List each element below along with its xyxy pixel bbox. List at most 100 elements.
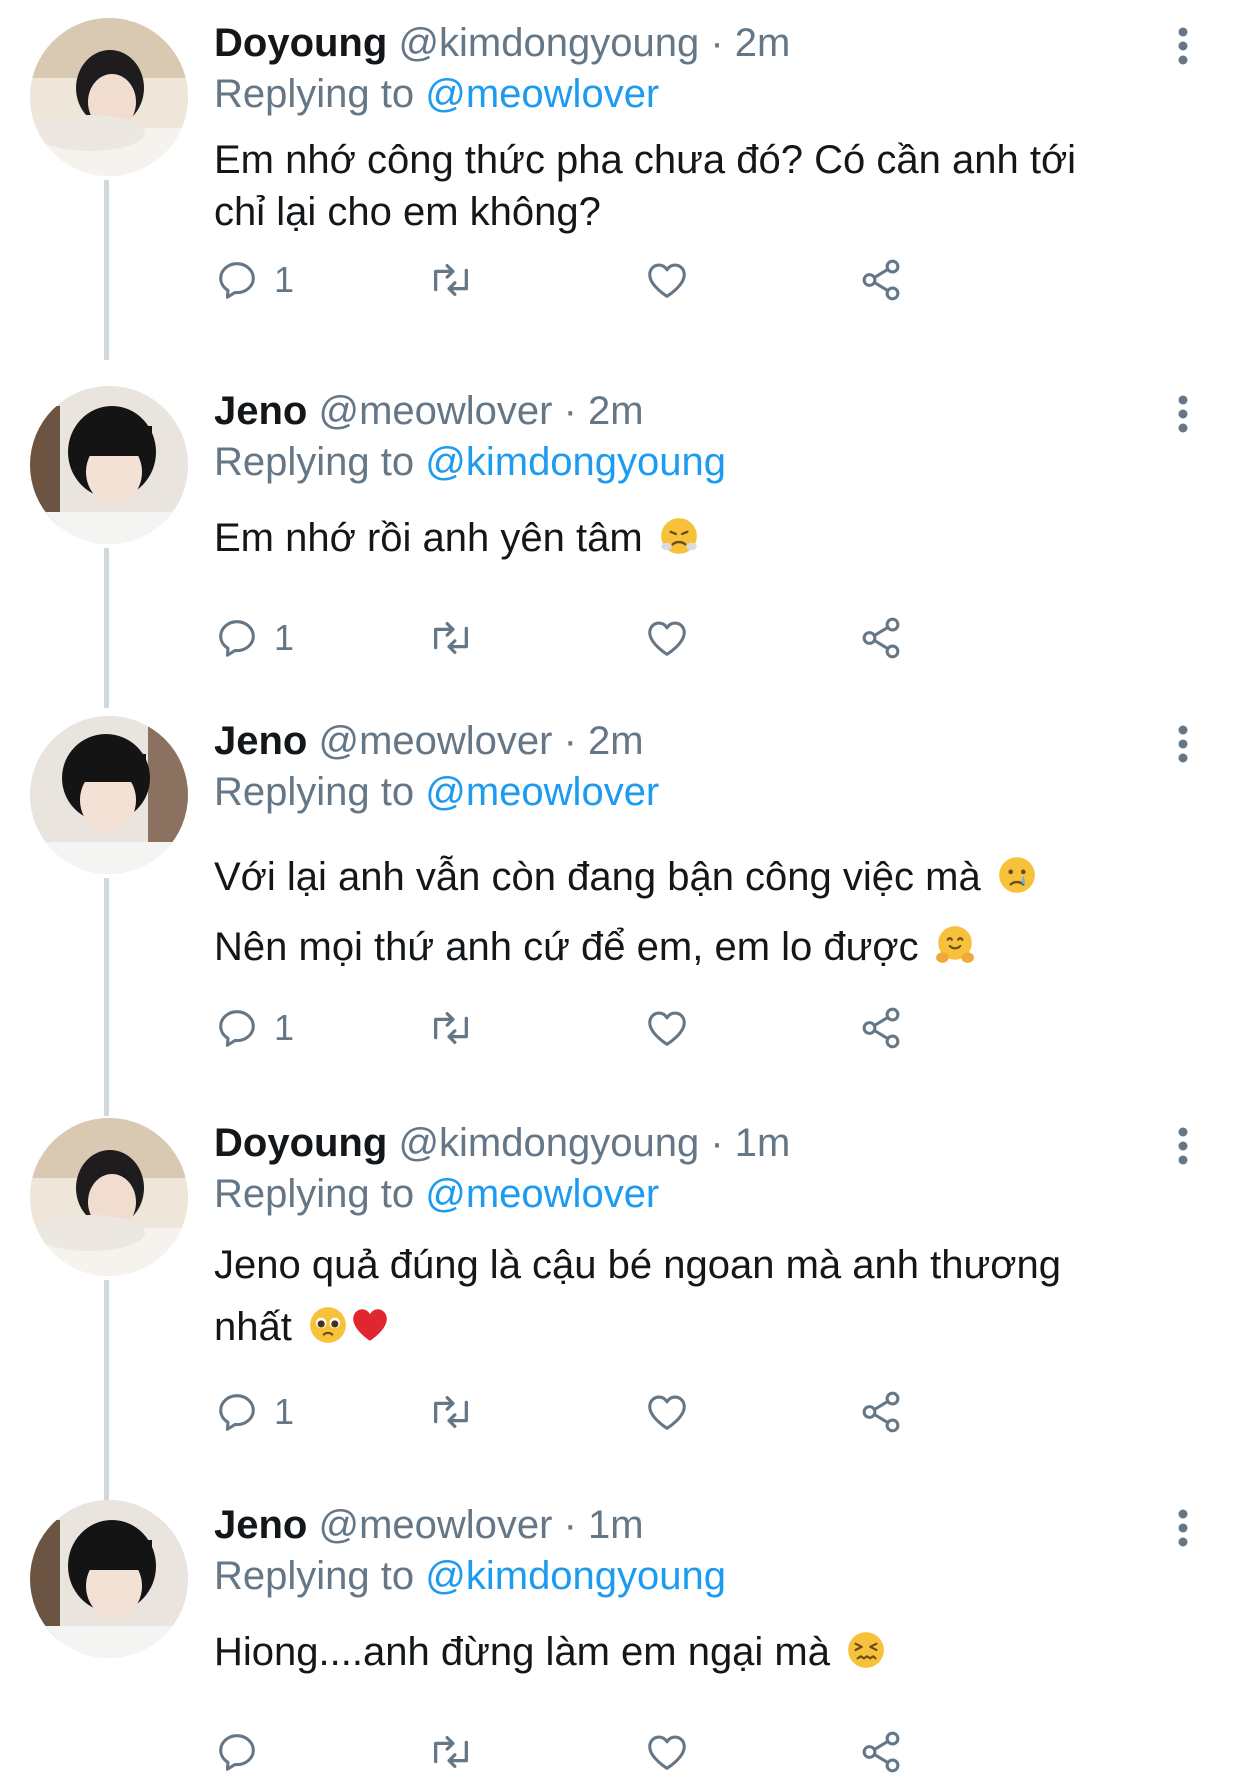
more-options-icon[interactable]	[1168, 1508, 1198, 1548]
share-button[interactable]	[858, 998, 904, 1058]
share-button[interactable]	[858, 250, 904, 310]
tweet-header: Jeno @meowlover · 2m	[214, 716, 1174, 766]
retweet-button[interactable]	[426, 250, 476, 310]
more-options-icon[interactable]	[1168, 724, 1198, 764]
replying-to-mention[interactable]: @kimdongyoung	[425, 440, 726, 484]
replying-to: Replying to @kimdongyoung	[214, 1550, 1174, 1602]
replying-to-label: Replying to	[214, 72, 415, 116]
more-options-icon[interactable]	[1168, 394, 1198, 434]
replying-to-label: Replying to	[214, 440, 415, 484]
more-options-icon[interactable]	[1168, 26, 1198, 66]
reply-count: 1	[274, 1391, 295, 1432]
heart-icon	[648, 621, 686, 656]
crying-face-icon	[998, 857, 1035, 893]
like-button[interactable]	[644, 250, 690, 310]
author-name[interactable]: Jeno	[214, 389, 307, 433]
tweet-text-line: chỉ lại cho em không?	[214, 190, 601, 234]
replying-to-label: Replying to	[214, 1554, 415, 1598]
tweet-actions: 1	[214, 1382, 1114, 1442]
author-name[interactable]: Doyoung	[214, 1121, 387, 1165]
avatar-jeno[interactable]	[30, 716, 188, 874]
reply-button[interactable]: 1	[214, 998, 294, 1058]
like-button[interactable]	[644, 998, 690, 1058]
author-handle[interactable]: @meowlover	[318, 1503, 552, 1547]
more-options-icon[interactable]	[1168, 1126, 1198, 1166]
retweet-button[interactable]	[426, 1382, 476, 1442]
tweet-actions: 1	[214, 250, 1114, 310]
tweet-text: Hiong....anh đừng làm em ngại mà	[214, 1626, 1174, 1678]
replying-to: Replying to @meowlover	[214, 1168, 1174, 1220]
reply-icon	[219, 1394, 255, 1431]
retweet-icon	[434, 621, 468, 655]
reply-icon	[219, 620, 255, 657]
tweet-text-line: Nên mọi thứ anh cứ để em, em lo được	[214, 925, 919, 969]
share-icon	[862, 617, 900, 659]
pleading-face-icon	[310, 1307, 346, 1343]
replying-to: Replying to @kimdongyoung	[214, 436, 1174, 488]
tweet-text: Jeno quả đúng là cậu bé ngoan mà anh thư…	[214, 1234, 1174, 1358]
tweet-content: Jeno @meowlover · 2m Replying to @meowlo…	[214, 716, 1174, 982]
timestamp[interactable]: · 2m	[564, 389, 644, 433]
reply-button[interactable]: 1	[214, 1382, 294, 1442]
replying-to-mention[interactable]: @meowlover	[425, 770, 659, 814]
thread-connector	[104, 878, 109, 1116]
timestamp[interactable]: · 2m	[710, 21, 790, 65]
heart-icon	[648, 1395, 686, 1430]
reply-count: 1	[274, 259, 295, 300]
replying-to-mention[interactable]: @kimdongyoung	[425, 1554, 726, 1598]
reply-icon	[219, 1010, 255, 1047]
timestamp[interactable]: · 1m	[564, 1503, 644, 1547]
retweet-button[interactable]	[426, 608, 476, 668]
confounded-face-icon	[848, 1632, 884, 1668]
author-handle[interactable]: @kimdongyoung	[398, 21, 699, 65]
tweet-text-line: Jeno quả đúng là cậu bé ngoan mà anh thư…	[214, 1243, 1061, 1287]
avatar-doyoung[interactable]	[30, 18, 188, 176]
avatar-doyoung[interactable]	[30, 1118, 188, 1276]
tweet-content: Doyoung @kimdongyoung · 2m Replying to @…	[214, 18, 1174, 238]
author-name[interactable]: Jeno	[214, 1503, 307, 1547]
retweet-icon	[434, 1011, 468, 1045]
avatar-jeno[interactable]	[30, 386, 188, 544]
author-handle[interactable]: @kimdongyoung	[398, 1121, 699, 1165]
share-button[interactable]	[858, 1382, 904, 1442]
replying-to-mention[interactable]: @meowlover	[425, 72, 659, 116]
face-with-steam-from-nose-icon	[660, 518, 697, 554]
replying-to-label: Replying to	[214, 770, 415, 814]
reply-button[interactable]: 1	[214, 608, 294, 668]
reply-thread: Doyoung @kimdongyoung · 2m Replying to @…	[0, 0, 1242, 1784]
share-icon	[862, 1007, 900, 1049]
reply-button[interactable]: 1	[214, 250, 294, 310]
tweet-header: Jeno @meowlover · 1m	[214, 1500, 1174, 1550]
tweet-content: Jeno @meowlover · 1m Replying to @kimdon…	[214, 1500, 1174, 1678]
retweet-icon	[434, 1735, 468, 1769]
reply-count: 1	[274, 1007, 295, 1048]
share-button[interactable]	[858, 1722, 904, 1782]
thread-connector	[104, 548, 109, 708]
share-icon	[862, 1391, 900, 1433]
retweet-button[interactable]	[426, 998, 476, 1058]
replying-to: Replying to @meowlover	[214, 766, 1174, 818]
share-button[interactable]	[858, 608, 904, 668]
retweet-button[interactable]	[426, 1722, 476, 1782]
avatar-jeno[interactable]	[30, 1500, 188, 1658]
thread-connector	[104, 180, 109, 360]
tweet-actions: 1	[214, 608, 1114, 668]
replying-to-mention[interactable]: @meowlover	[425, 1172, 659, 1216]
tweet-text: Em nhớ công thức pha chưa đó? Có cần anh…	[214, 134, 1174, 238]
hugging-face-icon	[935, 926, 974, 963]
like-button[interactable]	[644, 608, 690, 668]
red-heart-icon	[353, 1309, 387, 1341]
timestamp[interactable]: · 1m	[710, 1121, 790, 1165]
tweet-text-line: nhất	[214, 1305, 292, 1349]
replying-to: Replying to @meowlover	[214, 68, 1174, 120]
author-name[interactable]: Doyoung	[214, 21, 387, 65]
author-handle[interactable]: @meowlover	[318, 389, 552, 433]
like-button[interactable]	[644, 1382, 690, 1442]
author-handle[interactable]: @meowlover	[318, 719, 552, 763]
author-name[interactable]: Jeno	[214, 719, 307, 763]
heart-icon	[648, 1011, 686, 1046]
tweet-header: Jeno @meowlover · 2m	[214, 386, 1174, 436]
timestamp[interactable]: · 2m	[564, 719, 644, 763]
reply-button[interactable]	[214, 1722, 274, 1782]
like-button[interactable]	[644, 1722, 690, 1782]
